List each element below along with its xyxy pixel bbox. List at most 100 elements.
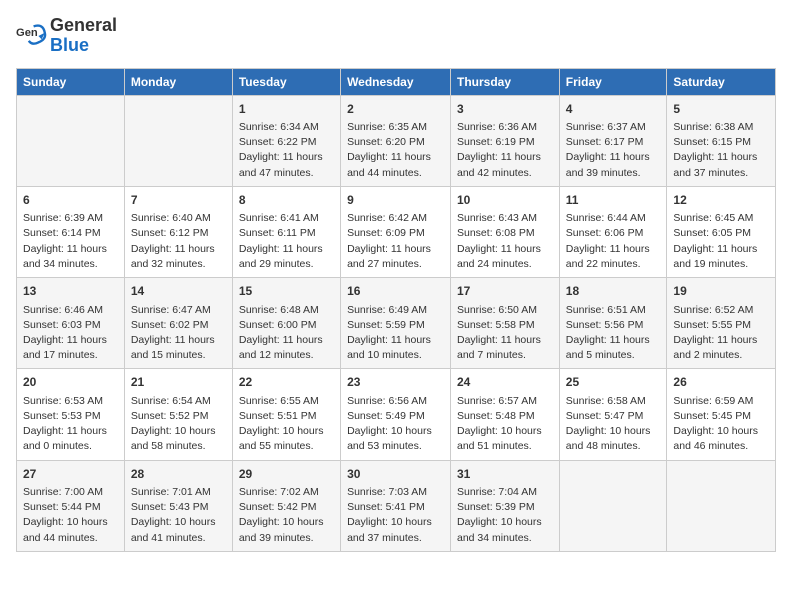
day-number: 22 [239, 374, 334, 391]
calendar-cell [667, 460, 776, 551]
day-info: Sunrise: 6:53 AM Sunset: 5:53 PM Dayligh… [23, 394, 118, 455]
day-info: Sunrise: 7:04 AM Sunset: 5:39 PM Dayligh… [457, 485, 553, 546]
calendar-cell: 6 Sunrise: 6:39 AM Sunset: 6:14 PM Daylig… [17, 186, 125, 277]
calendar-cell: 21 Sunrise: 6:54 AM Sunset: 5:52 PM Dayli… [124, 369, 232, 460]
calendar-cell: 14Sunrise: 6:47 AM Sunset: 6:02 PM Dayli… [124, 278, 232, 369]
calendar-cell: 17 Sunrise: 6:50 AM Sunset: 5:58 PM Dayli… [451, 278, 560, 369]
logo-icon: Gen [16, 20, 48, 52]
calendar-cell: 11Sunrise: 6:44 AM Sunset: 6:06 PM Dayli… [559, 186, 667, 277]
calendar-cell: 8Sunrise: 6:41 AM Sunset: 6:11 PM Daylig… [232, 186, 340, 277]
calendar-cell: 22 Sunrise: 6:55 AM Sunset: 5:51 PM Dayli… [232, 369, 340, 460]
day-number: 12 [673, 192, 769, 209]
day-info: Sunrise: 6:59 AM Sunset: 5:45 PM Dayligh… [673, 394, 769, 455]
day-info: Sunrise: 6:57 AM Sunset: 5:48 PM Dayligh… [457, 394, 553, 455]
calendar-cell: 3 Sunrise: 6:36 AM Sunset: 6:19 PM Daylig… [451, 95, 560, 186]
day-info: Sunrise: 6:35 AM Sunset: 6:20 PM Dayligh… [347, 120, 444, 181]
weekday-header-tuesday: Tuesday [232, 68, 340, 95]
calendar-cell: 23Sunrise: 6:56 AM Sunset: 5:49 PM Dayli… [341, 369, 451, 460]
logo-text: GeneralBlue [50, 16, 117, 56]
day-number: 17 [457, 283, 553, 300]
day-number: 29 [239, 466, 334, 483]
day-number: 15 [239, 283, 334, 300]
calendar-cell [17, 95, 125, 186]
calendar-cell: 1 Sunrise: 6:34 AM Sunset: 6:22 PM Daylig… [232, 95, 340, 186]
weekday-header-monday: Monday [124, 68, 232, 95]
calendar-cell: 20 Sunrise: 6:53 AM Sunset: 5:53 PM Dayli… [17, 369, 125, 460]
day-number: 26 [673, 374, 769, 391]
day-number: 6 [23, 192, 118, 209]
calendar-cell: 24 Sunrise: 6:57 AM Sunset: 5:48 PM Dayli… [451, 369, 560, 460]
day-number: 2 [347, 101, 444, 118]
logo: Gen GeneralBlue [16, 16, 117, 56]
week-row-3: 13Sunrise: 6:46 AM Sunset: 6:03 PM Dayli… [17, 278, 776, 369]
calendar-cell: 10Sunrise: 6:43 AM Sunset: 6:08 PM Dayli… [451, 186, 560, 277]
day-info: Sunrise: 7:02 AM Sunset: 5:42 PM Dayligh… [239, 485, 334, 546]
weekday-header-sunday: Sunday [17, 68, 125, 95]
week-row-2: 6 Sunrise: 6:39 AM Sunset: 6:14 PM Daylig… [17, 186, 776, 277]
day-info: Sunrise: 6:37 AM Sunset: 6:17 PM Dayligh… [566, 120, 661, 181]
day-number: 4 [566, 101, 661, 118]
calendar-cell [559, 460, 667, 551]
day-info: Sunrise: 6:58 AM Sunset: 5:47 PM Dayligh… [566, 394, 661, 455]
calendar-cell: 30 Sunrise: 7:03 AM Sunset: 5:41 PM Dayli… [341, 460, 451, 551]
week-row-5: 27 Sunrise: 7:00 AM Sunset: 5:44 PM Dayli… [17, 460, 776, 551]
calendar-cell: 16 Sunrise: 6:49 AM Sunset: 5:59 PM Dayli… [341, 278, 451, 369]
day-number: 10 [457, 192, 553, 209]
day-number: 31 [457, 466, 553, 483]
weekday-header-saturday: Saturday [667, 68, 776, 95]
weekday-header-thursday: Thursday [451, 68, 560, 95]
day-info: Sunrise: 6:48 AM Sunset: 6:00 PM Dayligh… [239, 303, 334, 364]
weekday-header-friday: Friday [559, 68, 667, 95]
calendar-header-row: SundayMondayTuesdayWednesdayThursdayFrid… [17, 68, 776, 95]
day-number: 30 [347, 466, 444, 483]
calendar-cell: 28 Sunrise: 7:01 AM Sunset: 5:43 PM Dayli… [124, 460, 232, 551]
calendar-cell: 4 Sunrise: 6:37 AM Sunset: 6:17 PM Daylig… [559, 95, 667, 186]
day-info: Sunrise: 6:45 AM Sunset: 6:05 PM Dayligh… [673, 211, 769, 272]
calendar-cell: 9 Sunrise: 6:42 AM Sunset: 6:09 PM Daylig… [341, 186, 451, 277]
day-number: 27 [23, 466, 118, 483]
week-row-1: 1 Sunrise: 6:34 AM Sunset: 6:22 PM Daylig… [17, 95, 776, 186]
day-info: Sunrise: 6:36 AM Sunset: 6:19 PM Dayligh… [457, 120, 553, 181]
calendar-body: 1 Sunrise: 6:34 AM Sunset: 6:22 PM Daylig… [17, 95, 776, 551]
day-number: 19 [673, 283, 769, 300]
day-number: 21 [131, 374, 226, 391]
calendar-cell: 31 Sunrise: 7:04 AM Sunset: 5:39 PM Dayli… [451, 460, 560, 551]
day-info: Sunrise: 7:00 AM Sunset: 5:44 PM Dayligh… [23, 485, 118, 546]
calendar-cell: 15 Sunrise: 6:48 AM Sunset: 6:00 PM Dayli… [232, 278, 340, 369]
calendar-cell: 5Sunrise: 6:38 AM Sunset: 6:15 PM Daylig… [667, 95, 776, 186]
day-number: 28 [131, 466, 226, 483]
day-info: Sunrise: 6:54 AM Sunset: 5:52 PM Dayligh… [131, 394, 226, 455]
day-number: 8 [239, 192, 334, 209]
day-number: 3 [457, 101, 553, 118]
calendar-cell: 7Sunrise: 6:40 AM Sunset: 6:12 PM Daylig… [124, 186, 232, 277]
day-number: 13 [23, 283, 118, 300]
calendar-cell [124, 95, 232, 186]
day-number: 24 [457, 374, 553, 391]
day-info: Sunrise: 6:50 AM Sunset: 5:58 PM Dayligh… [457, 303, 553, 364]
day-info: Sunrise: 6:52 AM Sunset: 5:55 PM Dayligh… [673, 303, 769, 364]
day-info: Sunrise: 7:01 AM Sunset: 5:43 PM Dayligh… [131, 485, 226, 546]
calendar-cell: 27 Sunrise: 7:00 AM Sunset: 5:44 PM Dayli… [17, 460, 125, 551]
day-info: Sunrise: 6:55 AM Sunset: 5:51 PM Dayligh… [239, 394, 334, 455]
calendar-cell: 19 Sunrise: 6:52 AM Sunset: 5:55 PM Dayli… [667, 278, 776, 369]
day-info: Sunrise: 6:34 AM Sunset: 6:22 PM Dayligh… [239, 120, 334, 181]
calendar-cell: 25 Sunrise: 6:58 AM Sunset: 5:47 PM Dayli… [559, 369, 667, 460]
calendar-cell: 26 Sunrise: 6:59 AM Sunset: 5:45 PM Dayli… [667, 369, 776, 460]
weekday-header-wednesday: Wednesday [341, 68, 451, 95]
calendar-cell: 29 Sunrise: 7:02 AM Sunset: 5:42 PM Dayli… [232, 460, 340, 551]
day-info: Sunrise: 6:49 AM Sunset: 5:59 PM Dayligh… [347, 303, 444, 364]
svg-text:Gen: Gen [16, 27, 38, 39]
day-number: 25 [566, 374, 661, 391]
day-info: Sunrise: 7:03 AM Sunset: 5:41 PM Dayligh… [347, 485, 444, 546]
day-number: 9 [347, 192, 444, 209]
day-number: 16 [347, 283, 444, 300]
day-number: 20 [23, 374, 118, 391]
day-info: Sunrise: 6:42 AM Sunset: 6:09 PM Dayligh… [347, 211, 444, 272]
day-info: Sunrise: 6:51 AM Sunset: 5:56 PM Dayligh… [566, 303, 661, 364]
day-info: Sunrise: 6:39 AM Sunset: 6:14 PM Dayligh… [23, 211, 118, 272]
day-info: Sunrise: 6:56 AM Sunset: 5:49 PM Dayligh… [347, 394, 444, 455]
logo-blue: Blue [50, 35, 89, 55]
day-number: 1 [239, 101, 334, 118]
calendar-cell: 13Sunrise: 6:46 AM Sunset: 6:03 PM Dayli… [17, 278, 125, 369]
day-number: 5 [673, 101, 769, 118]
